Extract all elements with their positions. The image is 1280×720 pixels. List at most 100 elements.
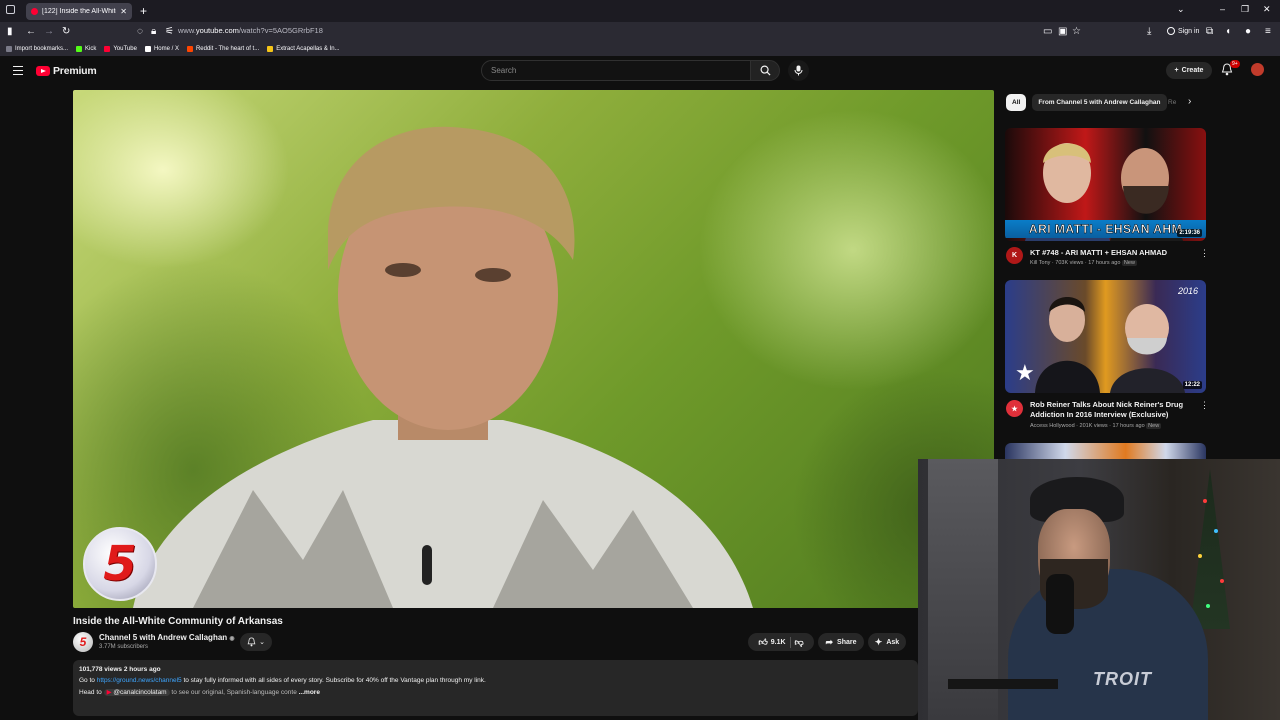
sign-in-button[interactable]: Sign in	[1167, 27, 1199, 35]
bookmarks-bar: Import bookmarks... Kick YouTube Home / X Re…	[0, 42, 1280, 56]
bookmark-item[interactable]: Kick	[76, 46, 96, 52]
restore-icon[interactable]: ❐	[1241, 4, 1249, 15]
more-actions-icon[interactable]: ⋮	[1200, 249, 1209, 258]
bookmark-item[interactable]: Home / X	[144, 46, 179, 52]
bookmark-star-icon[interactable]: ☆	[1072, 25, 1081, 39]
extensions-icon[interactable]: ⧉	[1206, 25, 1213, 39]
subscription-bell-button[interactable]: ⌄	[240, 633, 272, 651]
reload-icon[interactable]: ↻	[62, 25, 70, 39]
search-icon	[760, 65, 771, 76]
chip-partial[interactable]: Re	[1168, 94, 1190, 111]
microphone	[1046, 574, 1074, 634]
share-arrow-icon: ➦	[825, 636, 834, 647]
bookmark-item[interactable]: Extract Acapellas & In...	[267, 46, 340, 52]
youtube-premium-logo[interactable]: Premium	[36, 65, 97, 77]
channel-mention-link[interactable]: ▶ @canalcincolatam	[103, 689, 170, 696]
tree-light	[1206, 604, 1210, 608]
tree-light	[1214, 529, 1218, 533]
minimize-icon[interactable]: –	[1220, 4, 1225, 14]
ublock-icon[interactable]: ●	[1245, 25, 1251, 39]
downloads-icon[interactable]: ⤓	[1147, 25, 1151, 39]
recommendation-title[interactable]: KT #748 - ARI MATTI + EHSAN AHMAD	[1030, 248, 1195, 258]
volume-icon[interactable]: ◖	[1225, 25, 1231, 39]
hoodie-text: TROIT	[1093, 669, 1152, 689]
close-window-icon[interactable]: ✕	[1263, 4, 1271, 15]
thumbnail-caption: ARI MATTI - EHSAN AHM	[1005, 220, 1206, 238]
ground-news-link[interactable]: https://ground.news/channel5	[97, 677, 182, 684]
tree-light	[1203, 499, 1207, 503]
microphone-icon	[794, 65, 803, 76]
chip-from-channel[interactable]: From Channel 5 with Andrew Callaghan	[1032, 94, 1167, 111]
thumbnail-year: 2016	[1177, 286, 1198, 296]
recommendation-thumbnail[interactable]: 2016 ★ 12:22	[1005, 280, 1206, 393]
voice-search-button[interactable]	[788, 60, 809, 81]
reader-view-icon[interactable]: ▭	[1043, 25, 1052, 39]
video-duration: 2:19:36	[1177, 229, 1202, 237]
account-icon	[1167, 27, 1175, 35]
christmas-tree	[1190, 469, 1230, 629]
chevron-right-icon[interactable]: ›	[1188, 96, 1191, 107]
forward-icon[interactable]: →	[44, 25, 54, 39]
channel-name[interactable]: Channel 5 with Andrew Callaghan ◉	[99, 633, 235, 642]
more-actions-icon[interactable]: ⋮	[1200, 401, 1209, 410]
divider	[789, 636, 791, 648]
screenshot-icon[interactable]: ▣	[1058, 25, 1067, 39]
video-duration: 12:22	[1182, 381, 1202, 389]
webcam-overlay: TROIT	[918, 459, 1280, 720]
bookmark-favicon-icon	[76, 46, 83, 52]
menu-icon[interactable]: ≡	[1265, 25, 1271, 39]
description-line-2: Head to ▶ @canalcincolatam to see our or…	[79, 689, 320, 696]
notification-count-badge: 9+	[1230, 60, 1240, 68]
new-tab-icon[interactable]: +	[140, 4, 147, 18]
new-badge: New	[1146, 423, 1162, 429]
channel-avatar-kill-tony[interactable]: K	[1006, 247, 1023, 264]
back-icon[interactable]: ←	[26, 25, 36, 39]
dislike-button[interactable]: 👎︎	[795, 637, 804, 648]
sparkle-icon: ✦	[874, 636, 883, 647]
bookmark-favicon-icon	[186, 46, 193, 52]
recommendation-title[interactable]: Rob Reiner Talks About Nick Reiner's Dru…	[1030, 400, 1195, 420]
streamer-hoodie	[1008, 569, 1208, 720]
description-box[interactable]: 101,778 views 2 hours ago Go to https://…	[73, 660, 918, 716]
bookmark-item[interactable]: YouTube	[104, 46, 137, 52]
like-button[interactable]: 👍︎ 9.1K	[758, 637, 785, 648]
mic-arm	[948, 679, 1058, 689]
tracking-shield-icon[interactable]: ◌	[137, 25, 143, 39]
tabs-dropdown-icon[interactable]: ⌄	[1177, 4, 1185, 15]
ask-button[interactable]: ✦ Ask	[868, 633, 906, 651]
tab-list-icon[interactable]	[6, 5, 15, 14]
close-tab-icon[interactable]: ✕	[120, 7, 127, 16]
channel5-watermark-logo: 5	[83, 527, 157, 601]
thumbnail-people	[1035, 297, 1185, 393]
tree-light	[1198, 554, 1202, 558]
recommendation-thumbnail[interactable]: ARI MATTI - EHSAN AHM 2:19:36	[1005, 128, 1206, 241]
permissions-icon[interactable]: ⚟	[165, 25, 174, 39]
guide-menu-icon[interactable]	[13, 66, 23, 75]
account-avatar[interactable]	[1251, 63, 1264, 76]
video-title: Inside the All-White Community of Arkans…	[73, 616, 283, 627]
subscriber-count: 3.77M subscribers	[99, 644, 149, 650]
bookmark-favicon-icon	[267, 46, 274, 52]
show-more-button[interactable]: ...more	[299, 689, 320, 696]
search-input[interactable]: Search	[481, 60, 751, 81]
address-bar[interactable]: www.youtube.com/watch?v=5AO5GRrbF18	[178, 26, 323, 35]
youtube-play-icon	[36, 66, 50, 76]
browser-tab[interactable]: [122] Inside the All-White Comm ✕	[26, 3, 132, 20]
video-player[interactable]: 5	[73, 90, 994, 608]
lock-icon[interactable]: 🔒︎	[151, 25, 156, 39]
bookmark-item[interactable]: Reddit - The heart of t...	[186, 46, 259, 52]
share-button[interactable]: ➦ Share	[818, 633, 864, 651]
sidebar-toggle-icon[interactable]: ▮	[7, 25, 13, 39]
description-line-1: Go to https://ground.news/channel5 to st…	[79, 677, 486, 684]
tree-light	[1220, 579, 1224, 583]
channel-avatar[interactable]: 5	[73, 632, 93, 652]
channel-avatar-access-hollywood[interactable]: ★	[1006, 400, 1023, 417]
chip-all[interactable]: All	[1006, 94, 1027, 111]
tab-title: [122] Inside the All-White Comm	[42, 8, 116, 15]
search-button[interactable]	[750, 60, 780, 81]
bookmark-item[interactable]: Import bookmarks...	[6, 46, 68, 52]
browser-nav-bar: ▮ ← → ↻ ◌ 🔒︎ ⚟ www.youtube.com/watch?v=5…	[0, 22, 1280, 42]
logo-text: Premium	[53, 65, 97, 77]
view-count-and-date: 101,778 views 2 hours ago	[79, 666, 161, 673]
create-button[interactable]: + Create	[1166, 62, 1212, 79]
